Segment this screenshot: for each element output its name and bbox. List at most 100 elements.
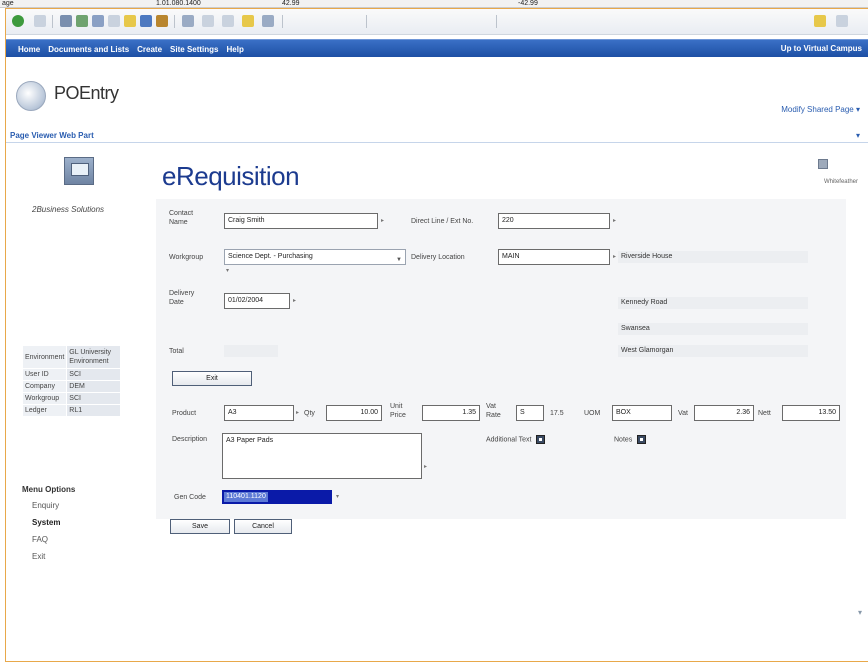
search-icon[interactable]	[108, 15, 120, 27]
browser-toolbar	[6, 9, 868, 35]
refresh-icon[interactable]	[76, 15, 88, 27]
address-line-4: West Glamorgan	[618, 345, 808, 357]
download-icon[interactable]	[818, 159, 828, 169]
scroll-down-icon[interactable]: ▾	[858, 608, 862, 617]
environment-table: Environment GL University Environment Us…	[21, 345, 122, 417]
notes-control: Notes	[614, 435, 647, 444]
nett-input[interactable]: 13.50	[782, 405, 840, 421]
address-line-1: Riverside House	[618, 251, 808, 263]
vat-label: Vat	[678, 410, 688, 417]
total-value	[224, 345, 278, 357]
vat-input[interactable]: 2.36	[694, 405, 754, 421]
top-nav-bar: Home Documents and Lists Create Site Set…	[6, 39, 868, 57]
nett-label: Nett	[758, 410, 771, 417]
discuss-icon[interactable]	[242, 15, 254, 27]
exit-button[interactable]: Exit	[172, 371, 252, 386]
additional-text-label: Additional Text	[486, 436, 532, 444]
modify-shared-page-link[interactable]: Modify Shared Page ▾	[781, 105, 860, 114]
menu-title: Menu Options	[22, 485, 76, 494]
menu-item-system[interactable]: System	[32, 518, 75, 527]
media-icon[interactable]	[140, 15, 152, 27]
sidebar: 2Business Solutions Environment GL Unive…	[6, 149, 156, 649]
vat-rate-percent: 17.5	[550, 410, 564, 417]
workgroup-value: Science Dept. - Purchasing	[228, 253, 313, 260]
gen-code-row: Gen Code 110401.1120 ▾	[156, 487, 796, 507]
messenger-icon[interactable]	[262, 15, 274, 27]
description-label: Description	[172, 436, 208, 443]
qty-input[interactable]: 10.00	[326, 405, 382, 421]
menu-item-enquiry[interactable]: Enquiry	[32, 501, 75, 510]
contact-name-input[interactable]: Craig Smith	[224, 213, 378, 229]
env-value: RL1	[66, 404, 122, 417]
nav-documents-and-lists[interactable]: Documents and Lists	[48, 45, 129, 54]
excel-strip: age 1.01.080.1400 42.99 -42.99	[0, 0, 868, 8]
site-title: POEntry	[54, 83, 119, 103]
product-input[interactable]: A3	[224, 405, 294, 421]
env-key: Environment	[21, 345, 68, 369]
env-key: User ID	[21, 368, 68, 381]
stop-icon[interactable]	[60, 15, 72, 27]
unit-price-input[interactable]: 1.35	[422, 405, 480, 421]
notes-label: Notes	[614, 436, 633, 444]
nav-help[interactable]: Help	[227, 45, 244, 54]
forward-icon[interactable]	[34, 15, 46, 27]
workgroup-select[interactable]: Science Dept. - Purchasing ▼	[224, 249, 406, 265]
uom-input[interactable]: BOX	[612, 405, 672, 421]
back-icon[interactable]	[12, 15, 24, 27]
direct-line-input[interactable]: 220	[498, 213, 610, 229]
total-label: Total	[169, 348, 184, 355]
webpart-title[interactable]: Page Viewer Web Part	[10, 131, 94, 140]
nav-create[interactable]: Create	[137, 45, 162, 54]
additional-text-control: Additional Text	[486, 435, 546, 444]
env-key: Ledger	[21, 404, 68, 417]
gen-code-value: 110401.1120	[224, 492, 268, 502]
webpart-title-bar: Page Viewer Web Part ▾	[6, 131, 868, 143]
unit-price-label: Unit Price	[390, 403, 406, 419]
favorites-icon[interactable]	[124, 15, 136, 27]
cell-value-3: -42.99	[518, 0, 538, 7]
webpart-menu-icon[interactable]: ▾	[856, 131, 860, 140]
uom-label: UOM	[584, 410, 601, 417]
cell-value-1: 1.01.080.1400	[156, 0, 201, 7]
table-row: Company DEM	[21, 380, 122, 393]
windows-logo-icon	[814, 15, 826, 27]
up-to-campus-link[interactable]: Up to Virtual Campus	[781, 40, 862, 58]
delivery-date-input[interactable]: 01/02/2004	[224, 293, 290, 309]
main-content: eRequisition Whitefeather Contact Name C…	[156, 149, 868, 659]
vat-rate-input[interactable]: S	[516, 405, 544, 421]
edit-icon[interactable]	[222, 15, 234, 27]
home-icon[interactable]	[92, 15, 104, 27]
notes-icon[interactable]	[637, 435, 647, 444]
cell-ref: age	[2, 0, 14, 7]
table-row: Environment GL University Environment	[21, 345, 122, 369]
delivery-location-input[interactable]: MAIN	[498, 249, 610, 265]
address-line-2: Kennedy Road	[618, 297, 808, 309]
gen-code-label: Gen Code	[174, 494, 206, 501]
env-value: DEM	[66, 380, 122, 393]
toolbar-options-icon[interactable]	[836, 15, 848, 27]
cell-value-2: 42.99	[282, 0, 300, 7]
brand-name: 2Business Solutions	[32, 205, 105, 214]
history-icon[interactable]	[156, 15, 168, 27]
table-row: User ID SCI	[21, 368, 122, 381]
cancel-button[interactable]: Cancel	[234, 519, 292, 534]
nav-home[interactable]: Home	[18, 45, 40, 54]
nav-site-settings[interactable]: Site Settings	[170, 45, 218, 54]
save-button[interactable]: Save	[170, 519, 230, 534]
mail-icon[interactable]	[182, 15, 194, 27]
qty-label: Qty	[304, 410, 315, 417]
description-textarea[interactable]: A3 Paper Pads	[222, 433, 422, 479]
menu-item-exit[interactable]: Exit	[32, 552, 75, 561]
gen-code-input[interactable]: 110401.1120	[222, 490, 332, 504]
additional-text-icon[interactable]	[536, 435, 546, 444]
env-value: SCI	[66, 368, 122, 381]
browser-frame: Home Documents and Lists Create Site Set…	[5, 8, 868, 662]
download-label: Whitefeather	[823, 179, 858, 185]
direct-line-label: Direct Line / Ext No.	[411, 218, 474, 225]
chevron-down-icon[interactable]: ▼	[396, 253, 402, 264]
table-row: Workgroup SCI	[21, 392, 122, 405]
menu-item-faq[interactable]: FAQ	[32, 535, 75, 544]
print-icon[interactable]	[202, 15, 214, 27]
delivery-location-label: Delivery Location	[411, 254, 465, 261]
env-key: Company	[21, 380, 68, 393]
